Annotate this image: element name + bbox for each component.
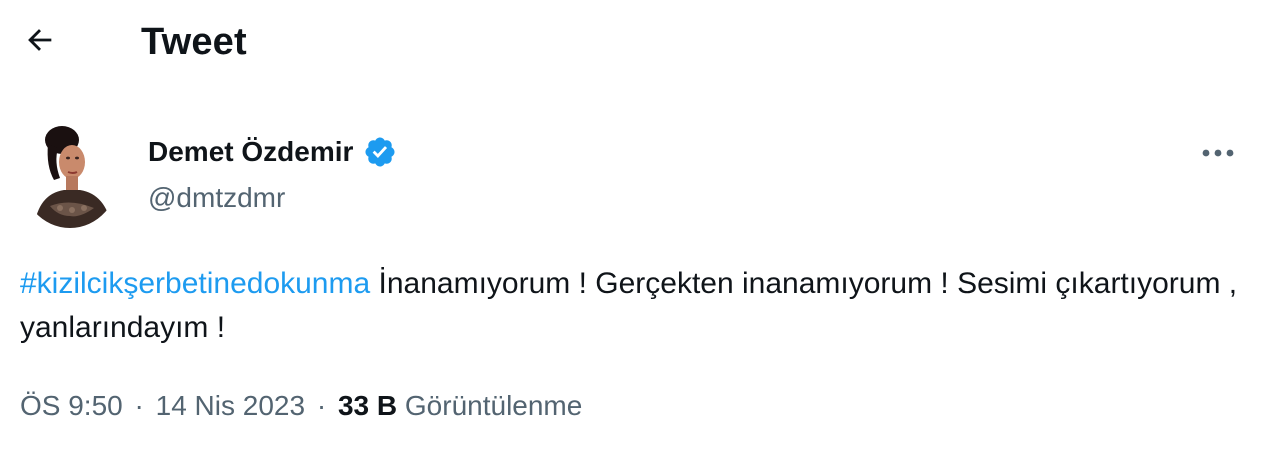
- hashtag-link[interactable]: #kizilcikşerbetinedokunma: [20, 267, 370, 300]
- verified-badge-icon: [363, 135, 397, 169]
- meta-separator: ·: [316, 390, 327, 421]
- author-display-name: Demet Özdemir: [148, 136, 354, 167]
- meta-separator: ·: [134, 390, 144, 421]
- author-name-link[interactable]: Demet Özdemir: [148, 132, 397, 172]
- author-handle[interactable]: @dmtzdmr: [148, 178, 285, 218]
- tweet-time[interactable]: ÖS 9:50: [20, 390, 123, 421]
- more-horizontal-icon: [1201, 145, 1235, 163]
- header-bar: Tweet: [0, 0, 1280, 86]
- back-button[interactable]: [18, 20, 62, 64]
- views-count: 33 B: [337, 390, 398, 421]
- tweet-page: Tweet Demet Özdemir @dmtzdmr #kizilcikşe…: [0, 0, 1280, 451]
- arrow-left-icon: [23, 23, 57, 62]
- tweet-date[interactable]: 14 Nis 2023: [156, 390, 305, 421]
- tweet-text: #kizilcikşerbetinedokunma İnanamıyorum !…: [20, 262, 1250, 350]
- avatar[interactable]: [20, 118, 120, 228]
- page-title: Tweet: [141, 21, 247, 63]
- views-label: Görüntülenme: [404, 390, 583, 421]
- tweet-meta: ÖS 9:50 · 14 Nis 2023 · 33 B Görüntülenm…: [20, 386, 582, 426]
- more-options-button[interactable]: [1196, 136, 1240, 172]
